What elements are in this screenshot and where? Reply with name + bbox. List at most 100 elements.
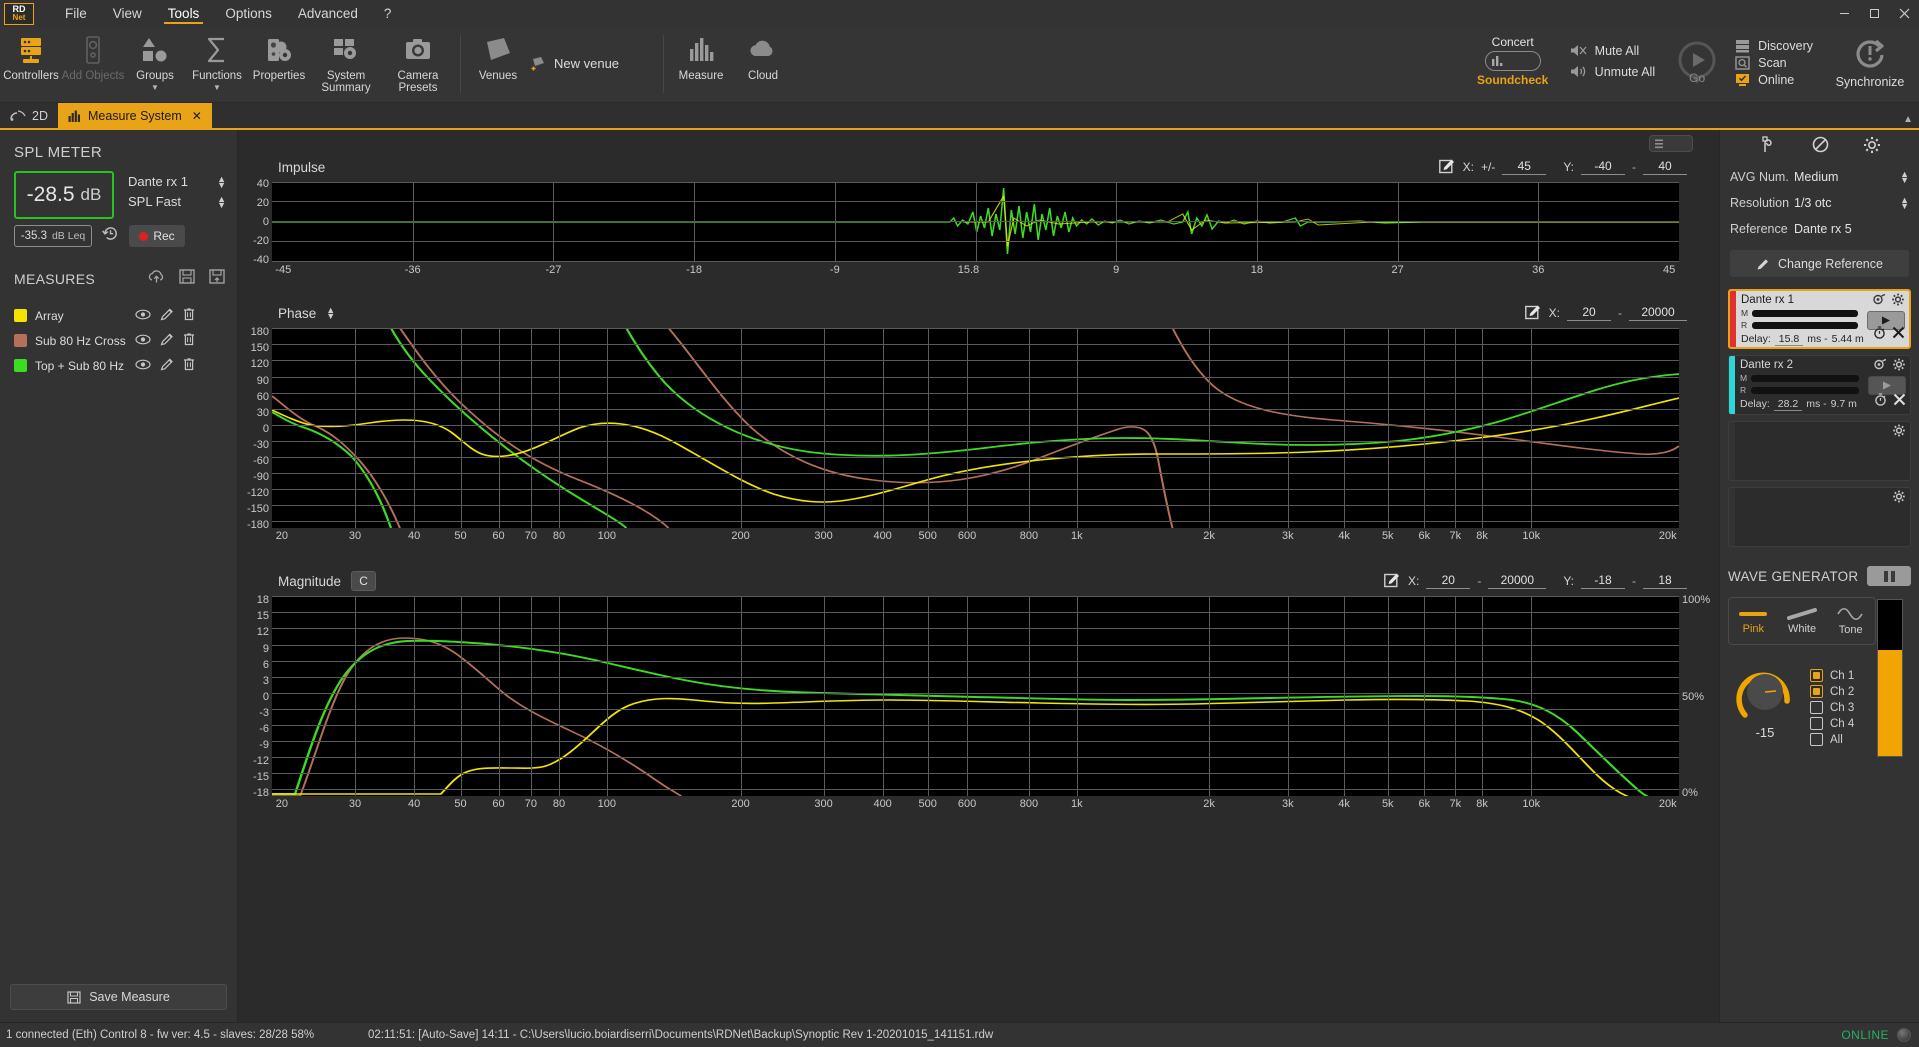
list-item[interactable]: Sub 80 Hz Cross [14, 328, 237, 353]
discovery-button[interactable]: Discovery [1735, 39, 1813, 53]
magnitude-x-max[interactable]: 20000 [1488, 573, 1546, 589]
eye-icon[interactable] [135, 334, 151, 348]
gear-icon[interactable] [1892, 490, 1906, 508]
menu-item-file[interactable]: File [52, 0, 100, 27]
upload-cloud-icon[interactable] [148, 269, 165, 289]
chart-options-button[interactable] [1649, 135, 1693, 152]
channel-card-empty-3[interactable] [1728, 421, 1911, 481]
magnitude-x-min[interactable]: 20 [1426, 573, 1470, 589]
waveform-tone[interactable]: Tone [1826, 598, 1875, 644]
magnitude-y-max[interactable]: 18 [1643, 573, 1687, 589]
edit-pencil-icon[interactable] [160, 307, 174, 324]
channel-card-empty-4[interactable] [1728, 487, 1911, 547]
avg-num-row[interactable]: AVG Num. Medium ▲▼ [1720, 164, 1919, 190]
eye-icon[interactable] [135, 309, 151, 323]
save-as-icon[interactable] [209, 269, 225, 289]
ribbon-collapse-icon[interactable]: ▲ [1903, 114, 1913, 125]
menu-item-tools[interactable]: Tools [155, 0, 213, 27]
go-button[interactable]: Go [1669, 27, 1725, 85]
mute-all-button[interactable]: Mute All [1570, 43, 1655, 58]
waveform-white[interactable]: White [1778, 598, 1827, 644]
close-icon[interactable] [1893, 393, 1906, 411]
delete-trash-icon[interactable] [183, 307, 195, 324]
edit-range-icon[interactable] [1525, 304, 1542, 323]
coherence-badge[interactable]: C [351, 571, 376, 591]
gear-icon[interactable] [1863, 136, 1881, 159]
edit-range-icon[interactable] [1384, 572, 1401, 591]
ribbon-button-controllers[interactable]: Controllers [0, 27, 62, 103]
unmute-all-button[interactable]: Unmute All [1570, 64, 1655, 79]
ribbon-button-groups[interactable]: Groups ▼ [124, 27, 186, 103]
checkbox-icon[interactable] [1810, 669, 1823, 682]
delete-trash-icon[interactable] [183, 357, 195, 374]
edit-pencil-icon[interactable] [160, 357, 174, 374]
minimize-button[interactable] [1829, 0, 1859, 27]
impulse-y-min[interactable]: -40 [1581, 159, 1625, 175]
close-icon[interactable] [1892, 326, 1905, 344]
phase-spinner-icon[interactable]: ▲▼ [326, 307, 335, 319]
synchronize-button[interactable]: Synchronize [1827, 27, 1913, 89]
edit-range-icon[interactable] [1439, 158, 1456, 177]
channel-card-dante-rx-2[interactable]: Dante rx 2 M R Delay: 28.2 ms - [1728, 355, 1911, 415]
soundcheck-switch[interactable] [1485, 51, 1541, 71]
eye-icon[interactable] [135, 359, 151, 373]
wg-channel-ch4[interactable]: Ch 4 [1810, 717, 1854, 730]
save-measure-button[interactable]: Save Measure [10, 984, 227, 1010]
ribbon-button-camera-presets[interactable]: Camera Presets [382, 27, 454, 103]
tab-close-icon[interactable]: ✕ [192, 109, 202, 123]
save-icon[interactable] [179, 269, 195, 289]
menu-item-options[interactable]: Options [212, 0, 285, 27]
tab-2d[interactable]: 2D [0, 103, 58, 128]
magnitude-y-min[interactable]: -18 [1581, 573, 1625, 589]
gear-icon[interactable] [1892, 358, 1906, 376]
impulse-y-max[interactable]: 40 [1643, 159, 1687, 175]
tab-measure-system[interactable]: Measure System ✕ [58, 103, 212, 128]
reset-history-button[interactable] [102, 225, 119, 247]
spl-source-select[interactable]: Dante rx 1 ▲▼ [128, 174, 226, 189]
timer-icon[interactable] [1873, 326, 1886, 344]
level-knob[interactable] [1732, 661, 1798, 723]
wave-generator-pause-button[interactable] [1867, 566, 1911, 586]
wg-channel-all[interactable]: All [1810, 733, 1854, 746]
new-venue-button[interactable]: New venue [531, 55, 619, 71]
ribbon-button-measure[interactable]: Measure [670, 27, 732, 103]
spinner-icon[interactable]: ▲▼ [1900, 171, 1909, 183]
online-button[interactable]: Online [1735, 73, 1813, 87]
checkbox-icon[interactable] [1810, 685, 1823, 698]
delay-value[interactable]: 28.2 [1774, 398, 1802, 411]
polarity-icon[interactable] [1811, 135, 1830, 159]
concert-soundcheck-toggle[interactable]: Concert Soundcheck [1470, 27, 1556, 87]
checkbox-icon[interactable] [1810, 733, 1823, 746]
gear-icon[interactable] [1892, 424, 1906, 442]
edit-pencil-icon[interactable] [160, 332, 174, 349]
chevron-down-icon[interactable]: ▼ [151, 83, 159, 92]
calibrate-icon[interactable] [1759, 135, 1778, 159]
target-icon[interactable] [1873, 358, 1887, 376]
spinner-icon[interactable]: ▲▼ [217, 196, 226, 208]
ribbon-button-system-summary[interactable]: System Summary [310, 27, 382, 103]
menu-item-advanced[interactable]: Advanced [285, 0, 371, 27]
impulse-x-value[interactable]: 45 [1502, 159, 1546, 175]
list-item[interactable]: Array [14, 303, 237, 328]
checkbox-icon[interactable] [1810, 701, 1823, 714]
chevron-down-icon[interactable]: ▼ [213, 83, 221, 92]
resolution-row[interactable]: Resolution 1/3 otc ▲▼ [1720, 190, 1919, 216]
timer-icon[interactable] [1874, 393, 1887, 411]
magnitude-plot[interactable] [272, 596, 1679, 796]
record-button[interactable]: Rec [129, 225, 185, 247]
wg-channel-ch3[interactable]: Ch 3 [1810, 701, 1854, 714]
phase-x-max[interactable]: 20000 [1629, 305, 1687, 321]
channel-card-dante-rx-1[interactable]: Dante rx 1 M R Delay: 15.8 ms - [1728, 289, 1911, 349]
gear-icon[interactable] [1891, 293, 1905, 311]
delay-value[interactable]: 15.8 [1775, 333, 1803, 346]
ribbon-button-cloud[interactable]: Cloud [732, 27, 794, 103]
wg-channel-ch1[interactable]: Ch 1 [1810, 669, 1854, 682]
ribbon-button-venues[interactable]: Venues [467, 27, 529, 103]
maximize-button[interactable] [1859, 0, 1889, 27]
list-item[interactable]: Top + Sub 80 Hz [14, 353, 237, 378]
spl-weighting-select[interactable]: SPL Fast ▲▼ [128, 194, 226, 209]
phase-plot[interactable] [272, 328, 1679, 528]
impulse-plot[interactable] [272, 182, 1679, 262]
target-icon[interactable] [1872, 293, 1886, 311]
ribbon-button-properties[interactable]: Properties [248, 27, 310, 103]
